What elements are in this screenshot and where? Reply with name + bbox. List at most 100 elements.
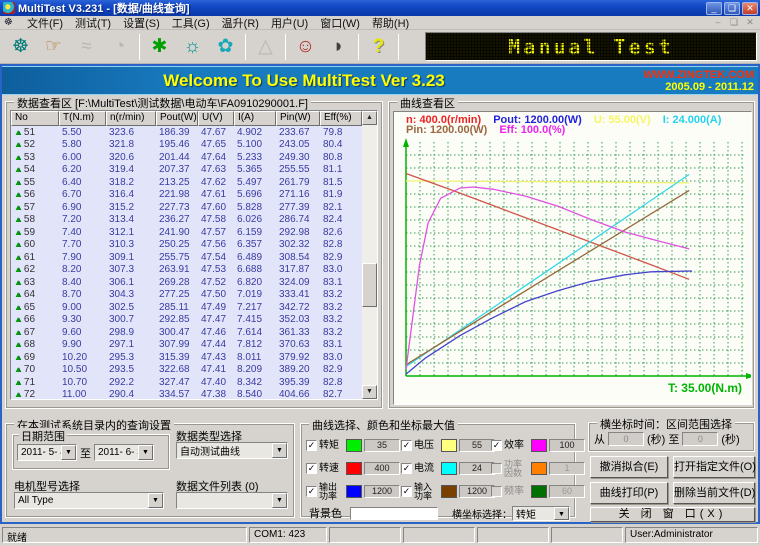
column-header[interactable]: U(V) [198,111,234,126]
date-to-combo[interactable]: 2011- 6- 3 ▼ [94,444,154,461]
close-button[interactable]: ✕ [742,2,758,15]
print-curve-button[interactable]: 曲线打印(P) [590,482,668,504]
table-row[interactable]: ▲7010.50293.5322.6847.418.209389.2082.9 [11,364,377,377]
minimize-button[interactable]: _ [706,2,722,15]
data-type-combo[interactable]: 自动测试曲线 ▼ [176,442,288,459]
mdi-system-icon[interactable]: ☸ [4,17,15,28]
column-header[interactable]: I(A) [234,111,276,126]
chevron-down-icon[interactable]: ▼ [138,445,153,460]
axis-max-input[interactable]: 100 [549,439,585,452]
toolbar-button[interactable]: △ [249,32,282,61]
checkbox[interactable] [491,486,502,497]
column-header[interactable]: Eff(%) [320,111,362,126]
motor-type-combo[interactable]: All Type ▼ [14,492,164,509]
color-swatch[interactable] [441,462,457,475]
color-swatch[interactable] [346,462,362,475]
mdi-minimize-icon[interactable]: – [712,17,724,28]
checkbox[interactable]: ✓ [401,486,412,497]
axis-max-input[interactable]: 35 [364,439,400,452]
xaxis-select-combo[interactable]: 转矩 ▼ [512,506,570,521]
menu-item[interactable]: 文件(F) [21,18,69,30]
menu-item[interactable]: 帮助(H) [366,18,415,30]
axis-max-input[interactable]: 55 [459,439,495,452]
axis-max-input[interactable]: 1200 [459,485,495,498]
time-to-input[interactable]: 0 [682,432,718,446]
table-row[interactable]: ▲689.90297.1307.9947.447.812370.6383.1 [11,339,377,352]
mdi-restore-icon[interactable]: ❏ [728,17,740,28]
axis-max-input[interactable]: 60 [549,485,585,498]
table-row[interactable]: ▲7211.00290.4334.5747.388.540404.6682.7 [11,389,377,400]
toolbar-button[interactable]: ☞ [37,32,70,61]
table-row[interactable]: ▲597.40312.1241.9047.576.159292.9882.6 [11,226,377,239]
color-swatch[interactable] [531,439,547,452]
date-from-combo[interactable]: 2011- 5- 4 ▼ [17,444,77,461]
menu-item[interactable]: 测试(T) [69,18,117,30]
table-row[interactable]: ▲566.70316.4221.9847.615.696271.1681.9 [11,189,377,202]
scroll-up-icon[interactable]: ▲ [362,111,377,125]
column-header[interactable]: T(N.m) [59,111,106,126]
checkbox[interactable]: ✓ [306,440,317,451]
table-row[interactable]: ▲576.90315.2227.7347.605.828277.3982.1 [11,201,377,214]
scroll-thumb[interactable] [362,263,377,307]
table-scrollbar[interactable]: ▲ ▼ [362,111,377,399]
axis-max-input[interactable]: 400 [364,462,400,475]
mdi-close-icon[interactable]: ✕ [744,17,756,28]
close-window-button[interactable]: 关 闭 窗 口(X) [590,507,755,522]
toolbar-button[interactable]: ☼ [176,32,209,61]
column-header[interactable]: Pout(W) [156,111,198,126]
chevron-down-icon[interactable]: ▼ [272,443,287,458]
table-row[interactable]: ▲659.00302.5285.1147.497.217342.7283.2 [11,301,377,314]
table-row[interactable]: ▲536.00320.6201.4447.645.233249.3080.8 [11,151,377,164]
undo-fit-button[interactable]: 撤消拟合(E) [590,456,668,478]
table-row[interactable]: ▲587.20313.4236.2747.586.026286.7482.4 [11,214,377,227]
column-header[interactable]: Pin(W) [276,111,320,126]
color-swatch[interactable] [441,439,457,452]
axis-max-input[interactable]: 1 [549,462,585,475]
color-swatch[interactable] [531,462,547,475]
menu-item[interactable]: 设置(S) [117,18,166,30]
file-list-combo[interactable]: ▼ [176,492,288,509]
color-swatch[interactable] [346,439,362,452]
menu-item[interactable]: 温升(R) [216,18,265,30]
time-from-input[interactable]: 0 [608,432,644,446]
chevron-down-icon[interactable]: ▼ [272,493,287,508]
menu-item[interactable]: 用户(U) [265,18,314,30]
checkbox[interactable]: ✓ [401,440,412,451]
open-file-button[interactable]: 打开指定文件(O) [673,456,755,478]
checkbox[interactable]: ✓ [306,463,317,474]
checkbox[interactable]: ✓ [401,463,412,474]
table-row[interactable]: ▲638.40306.1269.2847.526.820324.0983.1 [11,276,377,289]
table-row[interactable]: ▲515.50323.6186.3947.674.902233.6779.8 [11,126,377,139]
axis-max-input[interactable]: 24 [459,462,495,475]
toolbar-button[interactable]: ✿ [209,32,242,61]
menu-item[interactable]: 窗口(W) [314,18,366,30]
toolbar-button[interactable]: ? [362,32,395,61]
scroll-down-icon[interactable]: ▼ [362,385,377,399]
checkbox[interactable] [491,463,502,474]
color-swatch[interactable] [531,485,547,498]
toolbar-button[interactable]: ✱ [143,32,176,61]
delete-file-button[interactable]: 删除当前文件(D) [673,482,755,504]
table-row[interactable]: ▲6910.20295.3315.3947.438.011379.9283.0 [11,351,377,364]
menu-item[interactable]: 工具(G) [166,18,216,30]
toolbar-button[interactable]: ◔ [103,32,136,61]
chevron-down-icon[interactable]: ▼ [148,493,163,508]
table-row[interactable]: ▲556.40318.2213.2547.625.497261.7981.5 [11,176,377,189]
table-row[interactable]: ▲669.30300.7292.8547.477.415352.0383.2 [11,314,377,327]
color-swatch[interactable] [346,485,362,498]
toolbar-button[interactable]: ≈ [70,32,103,61]
table-row[interactable]: ▲628.20307.3263.9147.536.688317.8783.0 [11,264,377,277]
checkbox[interactable]: ✓ [306,486,317,497]
restore-button[interactable]: ❏ [724,2,740,15]
axis-max-input[interactable]: 1200 [364,485,400,498]
table-row[interactable]: ▲525.80321.8195.4647.655.100243.0580.4 [11,139,377,152]
checkbox[interactable]: ✓ [491,440,502,451]
chevron-down-icon[interactable]: ▼ [554,507,569,520]
column-header[interactable]: No [11,111,59,126]
table-row[interactable]: ▲607.70310.3250.2547.566.357302.3282.8 [11,239,377,252]
toolbar-button[interactable]: ☺ [289,32,322,61]
toolbar-button[interactable]: ◗ [322,32,355,61]
table-row[interactable]: ▲546.20319.4207.3747.635.365255.5581.1 [11,164,377,177]
color-swatch[interactable] [441,485,457,498]
table-row[interactable]: ▲617.90309.1255.7547.546.489308.5482.9 [11,251,377,264]
